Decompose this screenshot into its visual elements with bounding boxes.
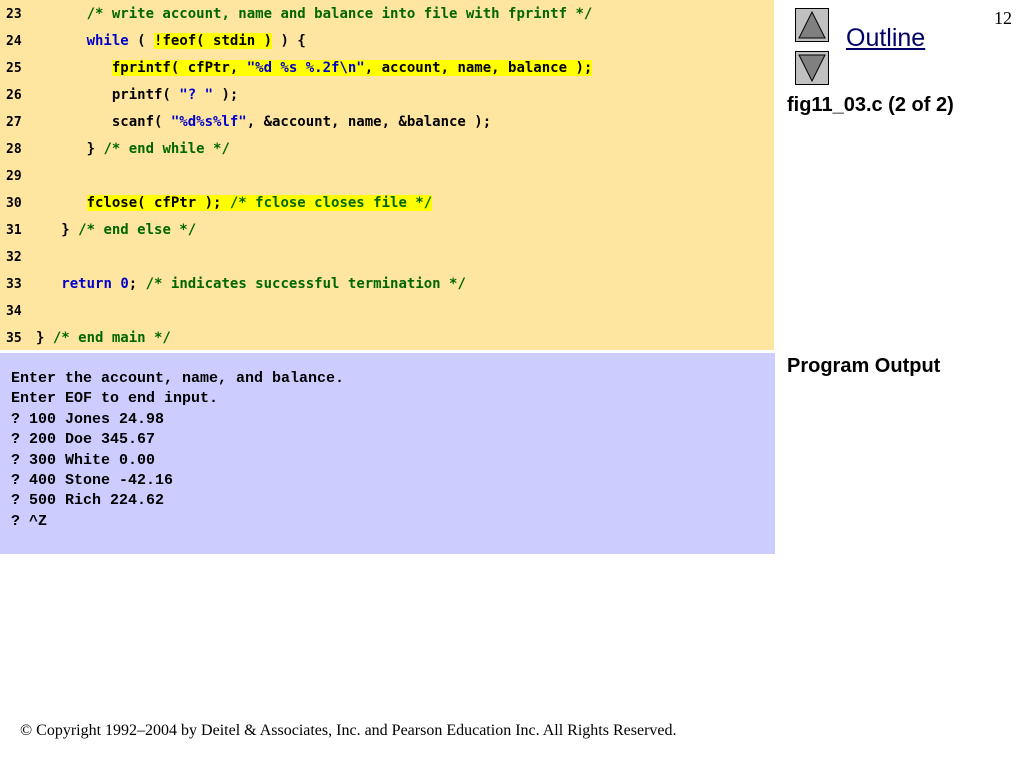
code-token: fprintf( cfPtr, xyxy=(111,60,247,76)
figure-caption: fig11_03.c (2 of 2) xyxy=(787,94,954,116)
line-number: 27 xyxy=(6,115,22,130)
code-token: scanf( xyxy=(36,114,171,130)
code-text: /* write account, name and balance into … xyxy=(36,1,593,28)
code-token: /* end while */ xyxy=(103,141,230,157)
line-number: 30 xyxy=(6,196,22,211)
code-text: } /* end main */ xyxy=(36,325,171,352)
line-number: 33 xyxy=(6,277,22,292)
code-line: 35} /* end main */ xyxy=(0,325,774,352)
code-token: "? " xyxy=(179,87,214,103)
line-number: 25 xyxy=(6,61,22,76)
code-token: 0 xyxy=(120,276,129,292)
line-number: 23 xyxy=(6,7,22,22)
code-text: } /* end else */ xyxy=(36,217,196,244)
code-line: 27 scanf( "%d%s%lf", &account, name, &ba… xyxy=(0,109,774,136)
code-token: !feof( stdin ) xyxy=(154,33,273,49)
line-number: 32 xyxy=(6,250,22,265)
code-token: ( xyxy=(128,33,155,49)
outline-link[interactable]: Outline xyxy=(846,24,925,53)
code-line: 29 xyxy=(0,163,774,190)
output-line: ? 400 Stone -42.16 xyxy=(11,472,174,489)
code-line: 26 printf( "? " ); xyxy=(0,82,774,109)
code-token: fclose( cfPtr ); xyxy=(86,195,230,211)
line-number: 31 xyxy=(6,223,22,238)
code-line: 30 fclose( cfPtr ); /* fclose closes fil… xyxy=(0,190,774,217)
copyright-notice: © Copyright 1992–2004 by Deitel & Associ… xyxy=(20,722,677,739)
code-token: ; xyxy=(128,276,146,292)
code-text: printf( "? " ); xyxy=(36,82,238,109)
line-number: 26 xyxy=(6,88,22,103)
line-number: 35 xyxy=(6,331,22,346)
code-text: return 0; /* indicates successful termin… xyxy=(36,271,466,298)
code-line: 24 while ( !feof( stdin ) ) { xyxy=(0,28,774,55)
code-token: } xyxy=(36,141,104,157)
code-line: 32 xyxy=(0,244,774,271)
code-token: } xyxy=(36,330,53,346)
code-text: } /* end while */ xyxy=(36,136,230,163)
line-number: 24 xyxy=(6,34,22,49)
code-token: printf( xyxy=(36,87,180,103)
code-token: ) { xyxy=(272,33,306,49)
code-token: return xyxy=(61,276,112,292)
triangle-up-icon xyxy=(798,10,826,39)
code-line: 25 fprintf( cfPtr, "%d %s %.2f\n", accou… xyxy=(0,55,774,82)
code-token: ); xyxy=(213,87,239,103)
code-token: } xyxy=(36,222,79,238)
code-token: while xyxy=(86,33,129,49)
code-line: 31 } /* end else */ xyxy=(0,217,774,244)
next-slide-button[interactable] xyxy=(795,51,829,85)
output-line: Enter EOF to end input. xyxy=(11,390,219,408)
page-number: 12 xyxy=(994,8,1012,28)
code-token: /* fclose closes file */ xyxy=(229,195,433,211)
code-token: /* write account, name and balance into … xyxy=(86,6,593,22)
code-line: 34 xyxy=(0,298,774,325)
output-line: ? 100 Jones 24.98 xyxy=(11,410,165,428)
program-output-panel: Enter the account, name, and balance. Ent… xyxy=(0,353,775,554)
program-output-label: Program Output xyxy=(787,355,941,377)
line-number: 29 xyxy=(6,169,22,184)
code-line: 33 return 0; /* indicates successful ter… xyxy=(0,271,774,298)
line-number: 28 xyxy=(6,142,22,157)
code-text: scanf( "%d%s%lf", &account, name, &balan… xyxy=(36,109,491,136)
output-line: ? 200 Doe 345.67 xyxy=(11,431,156,449)
code-token: /* indicates successful termination */ xyxy=(145,276,466,292)
code-text: fclose( cfPtr ); /* fclose closes file *… xyxy=(36,190,433,217)
output-line: ? 300 White 0.00 xyxy=(11,451,156,469)
line-number: 34 xyxy=(6,304,22,319)
code-token: , account, name, balance ); xyxy=(364,60,593,76)
code-token: "%d %s %.2f\n" xyxy=(246,60,365,76)
triangle-down-icon xyxy=(798,54,826,83)
code-listing: 23 /* write account, name and balance in… xyxy=(0,0,774,350)
output-line: ? 500 Rich 224.62 xyxy=(11,492,165,510)
code-text: fprintf( cfPtr, "%d %s %.2f\n", account,… xyxy=(36,55,593,82)
code-token: /* end main */ xyxy=(52,330,171,346)
code-token: "%d%s%lf" xyxy=(170,114,247,130)
code-line: 23 /* write account, name and balance in… xyxy=(0,1,774,28)
output-line: Enter the account, name, and balance. xyxy=(11,370,345,387)
output-line: ? ^Z xyxy=(11,512,48,530)
code-token: , &account, name, &balance ); xyxy=(246,114,492,130)
code-text: while ( !feof( stdin ) ) { xyxy=(36,28,306,55)
code-line: 28 } /* end while */ xyxy=(0,136,774,163)
previous-slide-button[interactable] xyxy=(795,8,829,42)
code-token: /* end else */ xyxy=(78,222,197,238)
